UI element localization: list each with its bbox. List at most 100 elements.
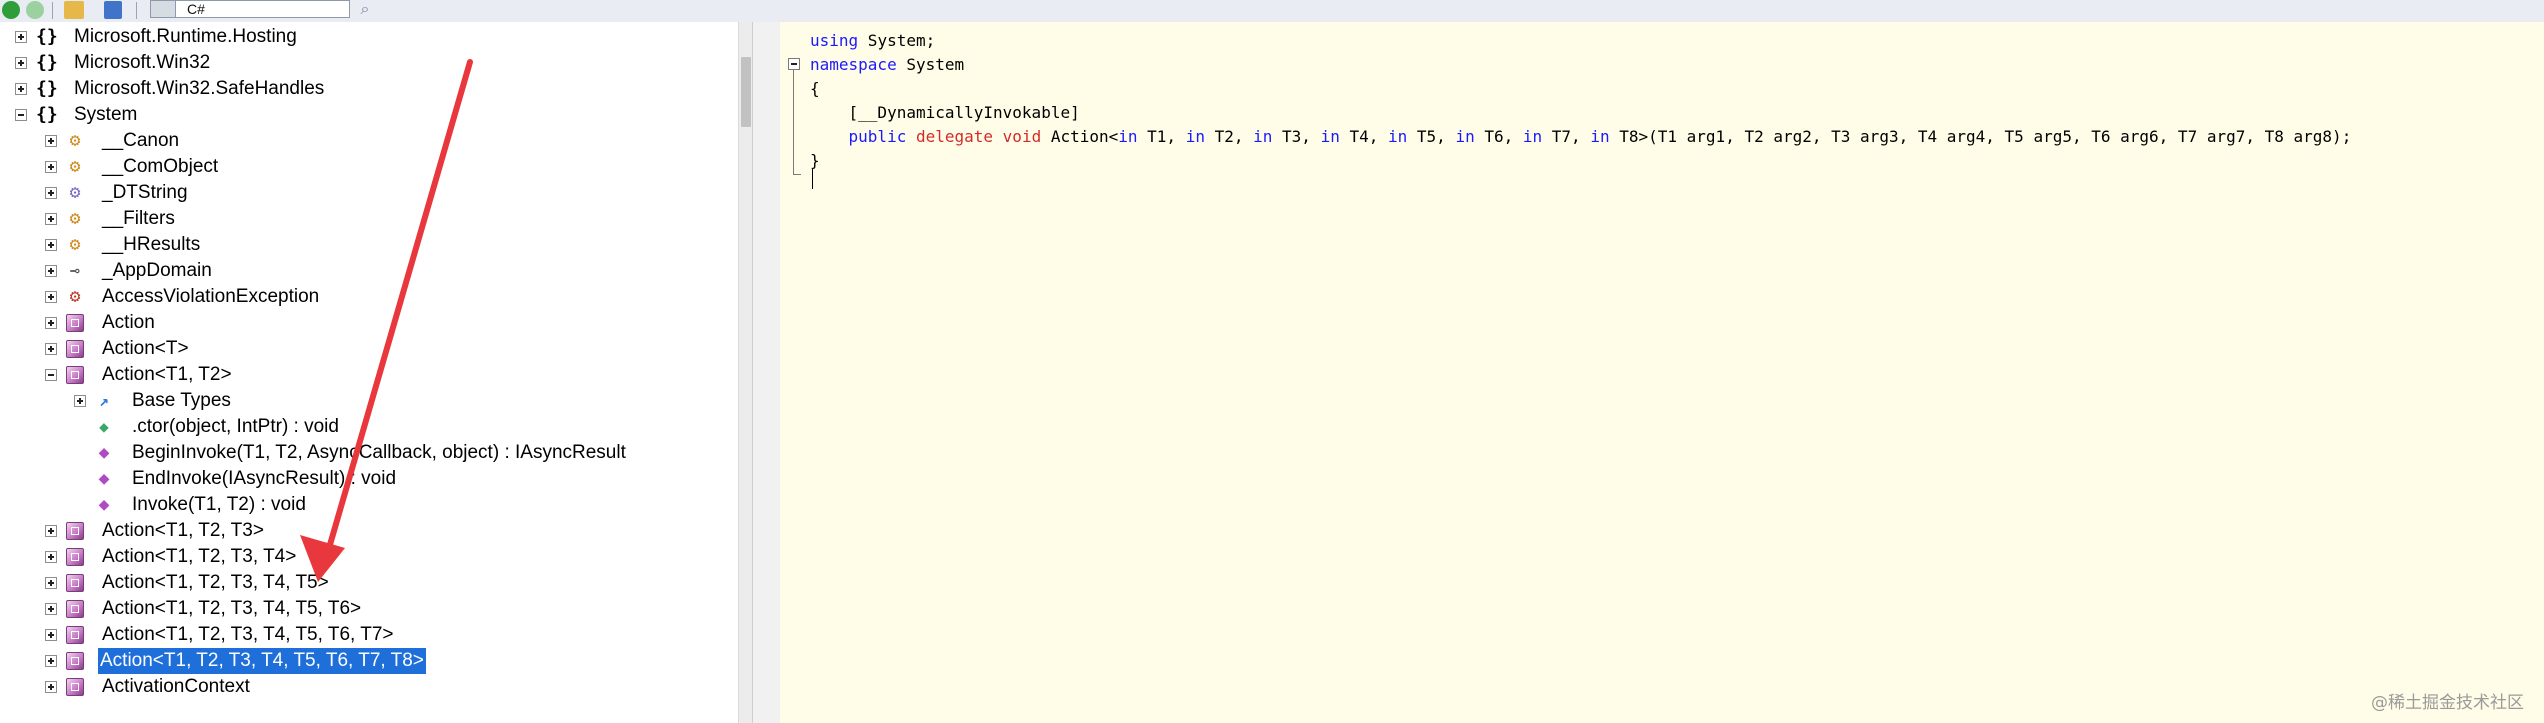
- collapse-toggle[interactable]: [15, 109, 27, 121]
- expand-toggle[interactable]: [74, 395, 86, 407]
- keyword-in: in: [1185, 127, 1205, 146]
- delegate-icon: [66, 626, 84, 644]
- method-icon: ◆: [98, 468, 110, 489]
- code-line-1: using System;: [810, 28, 935, 54]
- class-gears-icon: ⚙: [69, 156, 81, 177]
- toolbar: C# ⌕: [0, 0, 2544, 23]
- delegate-icon: [66, 600, 84, 618]
- search-icon[interactable]: ⌕: [352, 0, 378, 18]
- keyword-public: public: [848, 127, 907, 146]
- namespace-icon: {}: [36, 52, 58, 73]
- expand-toggle[interactable]: [45, 681, 57, 693]
- code-line-3: {: [810, 79, 820, 98]
- tree-node-label: Action<T1, T2>: [102, 364, 232, 385]
- tree-node-label: __HResults: [102, 234, 201, 255]
- expand-toggle[interactable]: [45, 239, 57, 251]
- delegate-icon: [66, 678, 84, 696]
- fold-guide-end: [793, 174, 801, 175]
- code-line-2: namespace System: [810, 52, 964, 78]
- expand-toggle[interactable]: [45, 525, 57, 537]
- class-gears-icon: ⚙: [69, 130, 81, 151]
- namespace-icon: {}: [36, 104, 58, 125]
- delegate-icon: [66, 548, 84, 566]
- refresh-icon[interactable]: [104, 1, 122, 19]
- expand-toggle[interactable]: [15, 57, 27, 69]
- constructor-icon: ◆: [99, 417, 109, 436]
- delegate-icon: [66, 340, 84, 358]
- tree-node-label: BeginInvoke(T1, T2, AsyncCallback, objec…: [132, 442, 626, 463]
- toolbar-separator: [136, 2, 137, 19]
- tree-node-label: Base Types: [132, 390, 231, 411]
- tree-node-label: Action<T1, T2, T3, T4, T5, T6>: [102, 598, 362, 619]
- tree-node-label: _AppDomain: [102, 260, 212, 281]
- keyword-in: in: [1253, 127, 1273, 146]
- type-param: T6,: [1474, 127, 1523, 146]
- fold-guide: [793, 70, 794, 174]
- toolbar-separator: [52, 2, 53, 19]
- expand-toggle[interactable]: [45, 577, 57, 589]
- type-param: T3,: [1272, 127, 1321, 146]
- code-view[interactable]: using System; namespace System { [__Dyna…: [780, 22, 2544, 723]
- tree-node-label: Action<T1, T2, T3, T4, T5>: [102, 572, 329, 593]
- namespace-icon: {}: [36, 78, 58, 99]
- expand-toggle[interactable]: [45, 317, 57, 329]
- tree-node-label: Microsoft.Win32.SafeHandles: [74, 78, 325, 99]
- scrollbar-thumb[interactable]: [741, 57, 751, 127]
- back-arrow-icon[interactable]: [2, 1, 20, 19]
- collapse-toggle[interactable]: [45, 369, 57, 381]
- expand-toggle[interactable]: [15, 31, 27, 43]
- keyword-in: in: [1388, 127, 1408, 146]
- type-param: T7,: [1542, 127, 1591, 146]
- type-param: T8>: [1609, 127, 1649, 146]
- expand-toggle[interactable]: [45, 551, 57, 563]
- code-text: System;: [858, 31, 936, 50]
- exception-gears-icon: ⚙: [69, 286, 81, 307]
- keyword-in: in: [1455, 127, 1475, 146]
- fold-toggle[interactable]: [788, 58, 800, 70]
- tree-node-label: Action<T1, T2, T3, T4>: [102, 546, 297, 567]
- keyword-in: in: [1590, 127, 1610, 146]
- tree-scrollbar[interactable]: [738, 22, 752, 723]
- expand-toggle[interactable]: [45, 629, 57, 641]
- expand-toggle[interactable]: [45, 343, 57, 355]
- expand-toggle[interactable]: [15, 83, 27, 95]
- keyword-namespace: namespace: [810, 55, 897, 74]
- tree-node-label: __Filters: [102, 208, 175, 229]
- tree-node-label: EndInvoke(IAsyncResult) : void: [132, 468, 397, 489]
- keyword-delegate: delegate: [915, 127, 994, 146]
- type-param: T2,: [1204, 127, 1254, 146]
- expand-toggle[interactable]: [45, 291, 57, 303]
- language-select[interactable]: C#: [150, 0, 350, 18]
- tree-node-label: Action<T1, T2, T3>: [102, 520, 264, 541]
- expand-toggle[interactable]: [45, 265, 57, 277]
- folder-open-icon[interactable]: [64, 1, 84, 19]
- forward-arrow-icon[interactable]: [26, 1, 44, 19]
- pane-splitter[interactable]: [752, 22, 782, 723]
- tree-node-label: AccessViolationException: [102, 286, 320, 307]
- code-text: System: [896, 55, 965, 74]
- expand-toggle[interactable]: [45, 655, 57, 667]
- tree-node-label: Action<T1, T2, T3, T4, T5, T6, T7>: [102, 624, 394, 645]
- expand-toggle[interactable]: [45, 213, 57, 225]
- parameter-list: (T1 arg1, T2 arg2, T3 arg3, T4 arg4, T5 …: [1648, 127, 2352, 146]
- text-caret: [812, 169, 813, 189]
- class-gears-icon: ⚙: [69, 234, 81, 255]
- method-icon: ◆: [98, 494, 110, 515]
- code-line-5: public delegate void Action<in T1, in T2…: [810, 124, 2352, 150]
- assembly-tree[interactable]: {} Microsoft.Runtime.Hosting {} Microsof…: [0, 22, 752, 723]
- tree-node-label: .ctor(object, IntPtr) : void: [132, 416, 339, 437]
- expand-toggle[interactable]: [45, 161, 57, 173]
- delegate-icon: [66, 652, 84, 670]
- expand-toggle[interactable]: [45, 603, 57, 615]
- delegate-name: Action<: [1041, 127, 1119, 146]
- code-line-4: [__DynamicallyInvokable]: [810, 103, 1080, 122]
- type-param: T5,: [1407, 127, 1456, 146]
- type-param: T4,: [1339, 127, 1389, 146]
- expand-toggle[interactable]: [45, 187, 57, 199]
- tree-node-label: ActivationContext: [102, 676, 250, 697]
- language-icon: [150, 0, 176, 18]
- class-gears-icon: ⚙: [69, 208, 81, 229]
- delegate-icon: [66, 366, 84, 384]
- expand-toggle[interactable]: [45, 135, 57, 147]
